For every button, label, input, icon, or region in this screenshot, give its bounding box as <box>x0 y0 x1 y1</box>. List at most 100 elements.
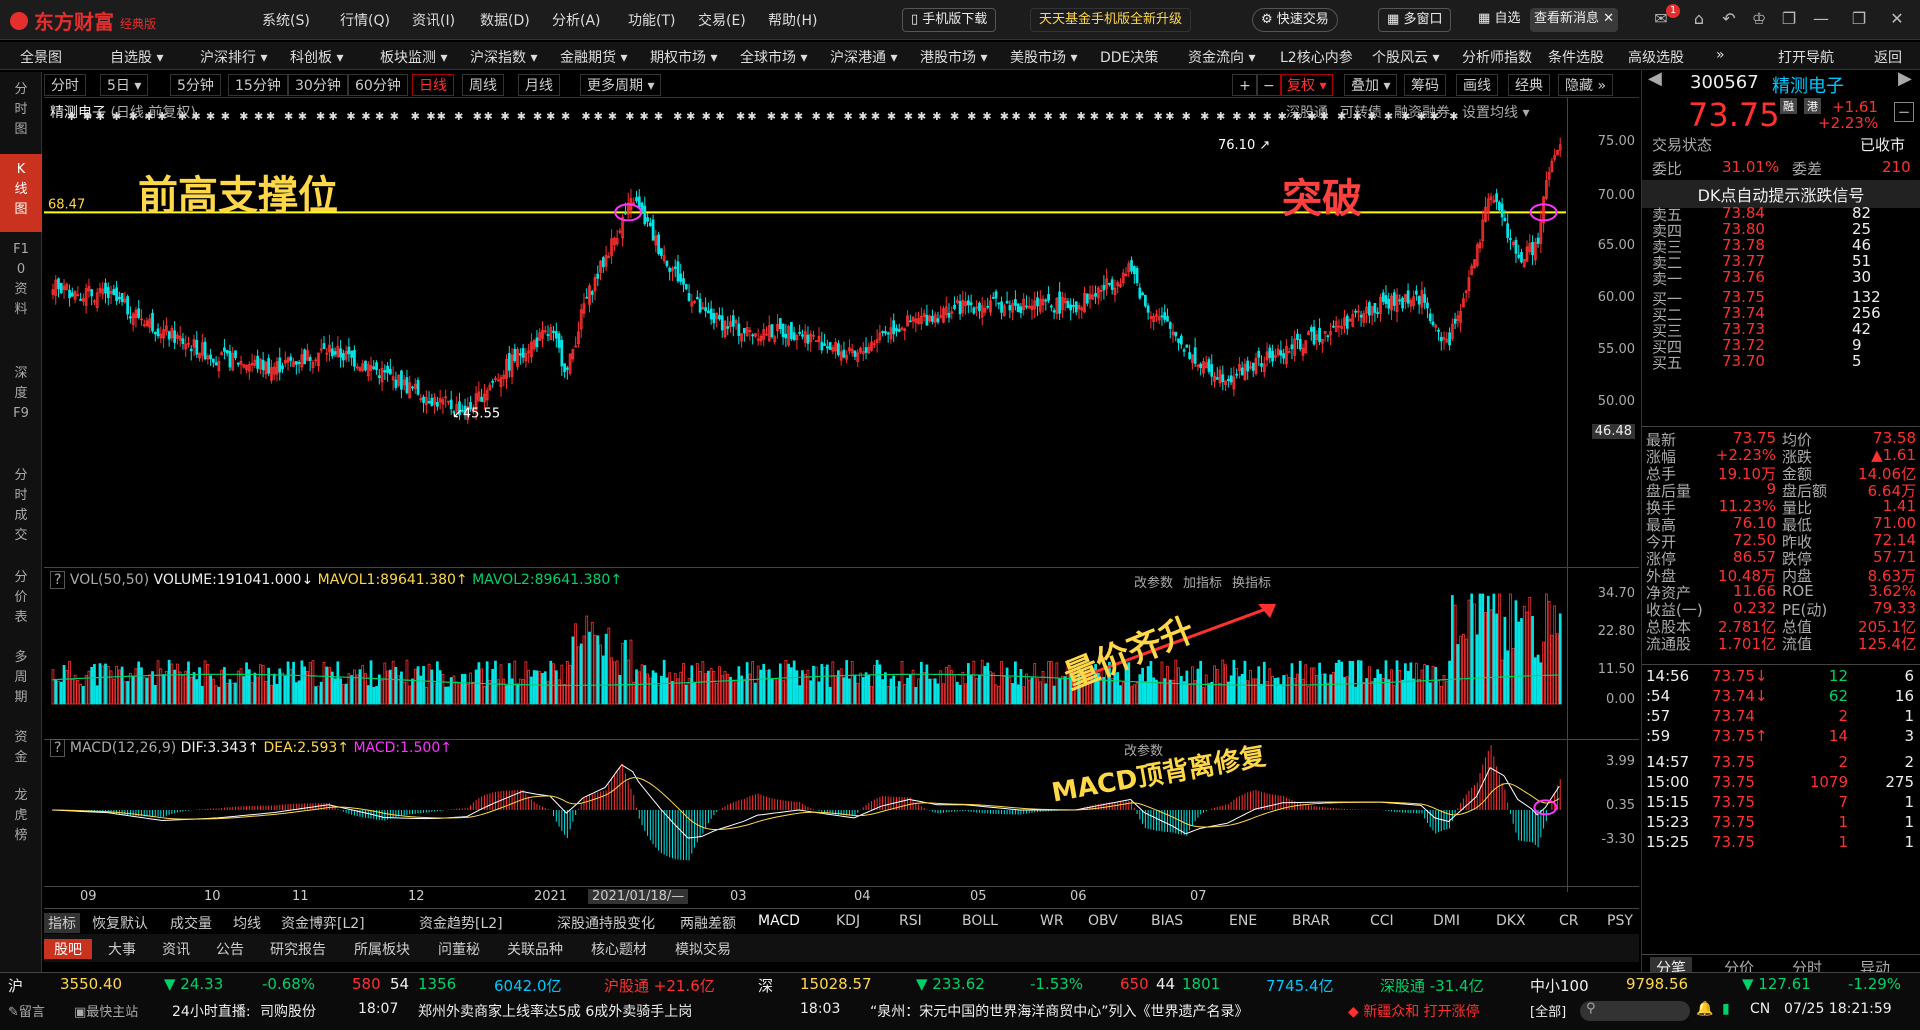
window-close-icon[interactable]: ✕ <box>1884 6 1910 32</box>
nav-item[interactable]: 科创板 ▾ <box>290 47 343 67</box>
macd-chart[interactable]: ? MACD(12,26,9) DIF:3.343↑ DEA:2.593↑ MA… <box>44 739 1639 892</box>
nav-item[interactable]: DDE决策 <box>1100 47 1158 67</box>
news-tab[interactable]: 问董秘 <box>428 939 490 959</box>
left-tab[interactable]: 分时成交 <box>0 460 42 560</box>
indicator-tab[interactable]: ENE <box>1229 913 1257 929</box>
period-tab[interactable]: 30分钟 <box>288 74 348 96</box>
period-tab[interactable]: 月线 <box>518 74 560 96</box>
new-message-button[interactable]: 查看新消息 ✕ <box>1530 8 1619 32</box>
nav-item[interactable]: 打开导航 <box>1778 47 1834 67</box>
period-tab[interactable]: 60分钟 <box>348 74 408 96</box>
period-tab[interactable]: 更多周期 ▾ <box>580 74 662 96</box>
fund-promo-link[interactable]: 天天基金手机版全新升级 <box>1030 8 1192 32</box>
indicator-tab[interactable]: 资金趋势[L2] <box>419 913 503 933</box>
menu-item[interactable]: 帮助(H) <box>768 10 817 30</box>
leave-message-button[interactable]: ✎留言 <box>8 1001 45 1020</box>
period-tab[interactable]: 周线 <box>462 74 504 96</box>
indicator-tab[interactable]: 恢复默认 <box>92 913 148 933</box>
nav-item[interactable]: 美股市场 ▾ <box>1010 47 1077 67</box>
menu-item[interactable]: 系统(S) <box>262 10 310 30</box>
indicator-tab[interactable]: OBV <box>1088 913 1118 929</box>
mobile-download-button[interactable]: ▯ 手机版下载 <box>902 8 997 32</box>
news-tab[interactable]: 公告 <box>206 939 254 959</box>
chart-tool[interactable]: 叠加 ▾ <box>1344 74 1398 96</box>
news-tab[interactable]: 核心题材 <box>581 939 657 959</box>
quick-trade-button[interactable]: ⚙ 快速交易 <box>1252 8 1338 32</box>
indicator-tab[interactable]: BOLL <box>962 913 998 929</box>
menu-item[interactable]: 功能(T) <box>628 10 675 30</box>
left-tab[interactable]: 龙虎榜 <box>0 780 42 858</box>
nav-item[interactable]: 期权市场 ▾ <box>650 47 717 67</box>
chart-tool[interactable]: 隐藏 » <box>1558 74 1614 96</box>
left-tab[interactable]: 多周期 <box>0 642 42 720</box>
indicator-tab[interactable]: CR <box>1559 913 1579 929</box>
nav-item[interactable]: 沪深港通 ▾ <box>830 47 897 67</box>
close-icon[interactable]: ✕ <box>1603 11 1614 26</box>
next-stock-icon[interactable]: ▶ <box>1898 68 1912 89</box>
nav-item[interactable]: 港股市场 ▾ <box>920 47 987 67</box>
indicator-tab[interactable]: DKX <box>1496 913 1526 929</box>
promo-link[interactable]: ◆ 新疆众和 打开涨停 <box>1348 1001 1480 1021</box>
indicator-tab[interactable]: KDJ <box>836 913 860 929</box>
period-tab[interactable]: 5分钟 <box>170 74 221 96</box>
indicator-tab[interactable]: 两融差额 <box>680 913 736 933</box>
nav-item[interactable]: » <box>1716 47 1725 63</box>
chart-tool[interactable]: − <box>1256 74 1282 96</box>
left-tab[interactable]: K线图 <box>0 154 42 232</box>
kline-chart[interactable]: 精测电子 (日线,前复权) 深股通 可转债 融资融券 设置均线 ▾ ✱ ✱ ✱ ✱ ✱ ✱ ✱ ✱ ✱… <box>44 98 1639 568</box>
indicator-tab[interactable]: 成交量 <box>170 913 212 933</box>
nav-item[interactable]: 沪深指数 ▾ <box>470 47 537 67</box>
self-select-button[interactable]: ▦ 自选 <box>1478 8 1520 32</box>
indicator-tab[interactable]: PSY <box>1607 913 1633 929</box>
news-tab[interactable]: 大事 <box>98 939 146 959</box>
chart-tool[interactable]: + <box>1232 74 1258 96</box>
nav-item[interactable]: 全景图 <box>20 47 62 67</box>
nav-item[interactable]: 分析师指数 <box>1462 47 1532 67</box>
indicator-tab[interactable]: DMI <box>1433 913 1460 929</box>
period-tab[interactable]: 日线 <box>412 74 454 96</box>
nav-item[interactable]: 沪深排行 ▾ <box>200 47 267 67</box>
multi-window-button[interactable]: ▦ 多窗口 <box>1378 8 1452 32</box>
menu-item[interactable]: 数据(D) <box>480 10 530 30</box>
news-tab[interactable]: 股吧 <box>44 939 92 959</box>
nav-item[interactable]: 全球市场 ▾ <box>740 47 807 67</box>
news-tab[interactable]: 研究报告 <box>260 939 336 959</box>
indicator-tab[interactable]: 指标 <box>44 913 80 933</box>
minimize-icon[interactable]: — <box>1808 6 1834 32</box>
restore-layout-icon[interactable]: ❐ <box>1776 6 1802 32</box>
indicator-tab[interactable]: 深股通持股变化 <box>557 913 655 933</box>
menu-item[interactable]: 行情(Q) <box>340 10 390 30</box>
nav-item[interactable]: 板块监测 ▾ <box>380 47 447 67</box>
back-icon[interactable]: ↶ <box>1716 6 1742 32</box>
indicator-tab[interactable]: RSI <box>899 913 922 929</box>
nav-item[interactable]: 资金流向 ▾ <box>1188 47 1255 67</box>
news-tab[interactable]: 资讯 <box>152 939 200 959</box>
search-input[interactable]: ⚲ <box>1580 1001 1690 1021</box>
left-tab[interactable]: 分时图 <box>0 74 42 152</box>
menu-item[interactable]: 分析(A) <box>552 10 601 30</box>
indicator-tab[interactable]: WR <box>1040 913 1064 929</box>
home-icon[interactable]: ⌂ <box>1686 6 1712 32</box>
news2[interactable]: “泉州：宋元中国的世界海洋商贸中心”列入《世界遗产名录》 <box>870 1001 1330 1021</box>
nav-item[interactable]: 返回 <box>1874 47 1902 67</box>
volume-canvas[interactable] <box>44 568 1639 740</box>
chart-tool[interactable]: 复权 ▾ <box>1280 74 1334 96</box>
macd-canvas[interactable] <box>44 740 1639 892</box>
collapse-icon[interactable]: − <box>1894 102 1914 122</box>
all-news-button[interactable]: [全部] <box>1530 1001 1566 1020</box>
nav-item[interactable]: 金融期货 ▾ <box>560 47 627 67</box>
indicator-tab[interactable]: CCI <box>1370 913 1394 929</box>
nav-item[interactable]: 条件选股 <box>1548 47 1604 67</box>
chart-tool[interactable]: 画线 <box>1456 74 1498 96</box>
chart-tool[interactable]: 筹码 <box>1404 74 1446 96</box>
prev-stock-icon[interactable]: ◀ <box>1648 68 1662 89</box>
period-tab[interactable]: 15分钟 <box>228 74 288 96</box>
menu-item[interactable]: 交易(E) <box>698 10 746 30</box>
period-tab[interactable]: 分时 <box>44 74 86 96</box>
news-tab[interactable]: 关联品种 <box>497 939 573 959</box>
news-tab[interactable]: 所属板块 <box>344 939 420 959</box>
indicator-tab[interactable]: BIAS <box>1151 913 1183 929</box>
nav-item[interactable]: 自选股 ▾ <box>110 47 163 67</box>
left-tab[interactable]: 深度F9 <box>0 358 42 458</box>
chart-tool[interactable]: 经典 <box>1508 74 1550 96</box>
